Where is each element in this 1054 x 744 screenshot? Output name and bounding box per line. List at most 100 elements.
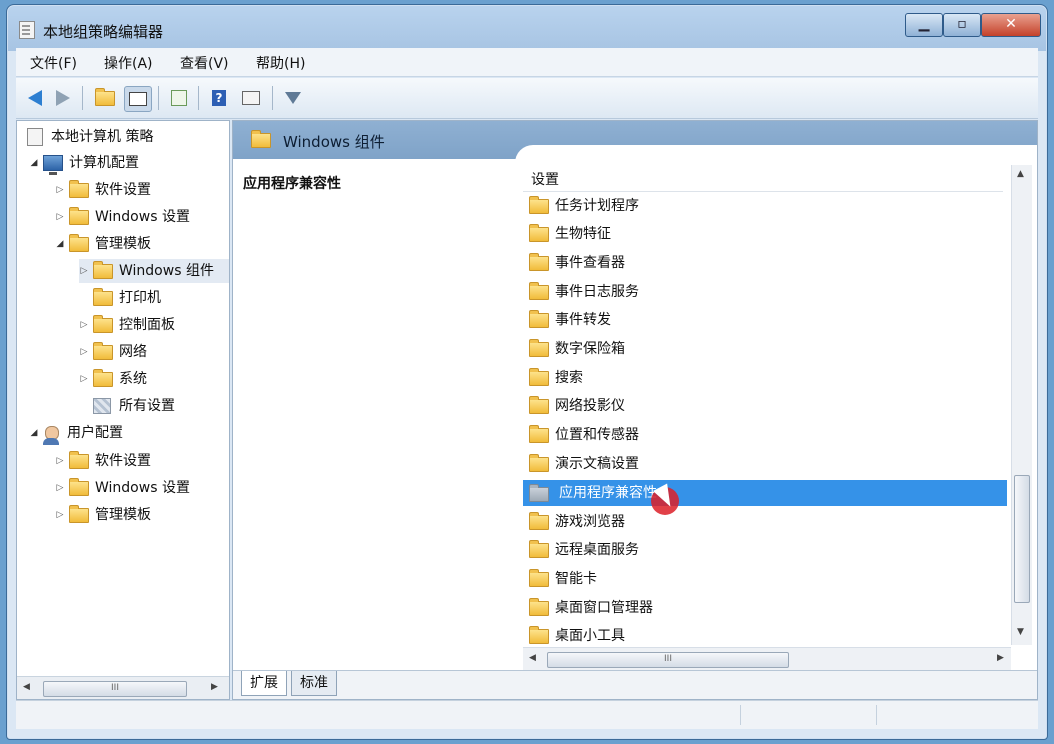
scroll-thumb[interactable]: [1014, 475, 1030, 603]
scroll-thumb[interactable]: III: [43, 681, 187, 697]
expanded-triangle-icon[interactable]: ◢: [29, 421, 39, 445]
forward-button[interactable]: [50, 86, 76, 110]
folder-icon: [529, 252, 549, 271]
list-item[interactable]: 网络投影仪: [523, 393, 1007, 419]
collapsed-triangle-icon[interactable]: ▷: [55, 476, 65, 500]
folder-icon: [529, 597, 549, 616]
tree-root[interactable]: 本地计算机 策略: [23, 125, 153, 149]
show-hide-tree-button[interactable]: [124, 86, 152, 112]
list-item[interactable]: 事件查看器: [523, 250, 1007, 276]
properties-button[interactable]: [238, 86, 264, 110]
list-item[interactable]: 桌面窗口管理器: [523, 595, 1007, 621]
filter-button[interactable]: [280, 86, 306, 110]
list-item-label: 事件日志服务: [555, 284, 639, 300]
scroll-thumb[interactable]: III: [547, 652, 789, 668]
menu-help[interactable]: 帮助(H): [256, 53, 305, 73]
list-item-label: 数字保险箱: [555, 341, 625, 357]
folder-icon: [529, 568, 549, 587]
all-settings-icon: [93, 398, 111, 414]
close-button[interactable]: ✕: [981, 13, 1041, 37]
menu-action[interactable]: 操作(A): [104, 53, 153, 73]
collapsed-triangle-icon[interactable]: ▷: [55, 205, 65, 229]
list-item[interactable]: 游戏浏览器: [523, 509, 1007, 535]
folder-icon: [69, 504, 89, 523]
menu-view[interactable]: 查看(V): [180, 53, 229, 73]
list-item-label: 远程桌面服务: [555, 542, 639, 558]
back-button[interactable]: [22, 86, 48, 110]
toolbar-separator: [272, 86, 273, 110]
scroll-left-icon[interactable]: ◀: [23, 682, 30, 692]
list-item[interactable]: 演示文稿设置: [523, 451, 1007, 477]
list-item-label: 演示文稿设置: [555, 456, 639, 472]
tab-extended[interactable]: 扩展: [241, 671, 287, 696]
tree-item-user-admin-templates[interactable]: ▷ 管理模板: [55, 503, 151, 527]
list-item-label: 事件转发: [555, 312, 611, 328]
expanded-triangle-icon[interactable]: ◢: [29, 151, 39, 175]
list-vertical-scrollbar[interactable]: ▲ ▼: [1011, 165, 1032, 645]
list-item[interactable]: 桌面小工具: [523, 623, 1007, 645]
tree-item-network[interactable]: ▷ 网络: [79, 340, 147, 364]
help-button[interactable]: ?: [206, 86, 232, 110]
tree-item-windows-settings[interactable]: ▷ Windows 设置: [55, 205, 190, 229]
tree-item-admin-templates[interactable]: ◢ 管理模板: [55, 232, 151, 256]
tree-item-user-software-settings[interactable]: ▷ 软件设置: [55, 449, 151, 473]
folder-icon: [93, 341, 113, 360]
collapsed-triangle-icon[interactable]: ▷: [79, 367, 89, 391]
list-item[interactable]: 生物特征: [523, 221, 1007, 247]
up-folder-button[interactable]: [92, 86, 118, 110]
collapsed-triangle-icon[interactable]: ▷: [55, 449, 65, 473]
folder-open-icon: [69, 233, 89, 252]
maximize-button[interactable]: ▫: [943, 13, 981, 37]
list-item[interactable]: 任务计划程序: [523, 193, 1007, 219]
tree-item-windows-components[interactable]: ▷ Windows 组件: [79, 259, 229, 283]
folder-icon: [529, 625, 549, 644]
minimize-button[interactable]: ▁: [905, 13, 943, 37]
tab-standard[interactable]: 标准: [291, 671, 337, 696]
tree-item-software-settings[interactable]: ▷ 软件设置: [55, 178, 151, 202]
export-icon: [171, 90, 187, 106]
tree-user-config[interactable]: ◢ 用户配置: [29, 421, 123, 445]
list-item[interactable]: 位置和传感器: [523, 422, 1007, 448]
list-item[interactable]: 事件转发: [523, 307, 1007, 333]
title-bar[interactable]: 本地组策略编辑器 ▁ ▫ ✕: [7, 5, 1047, 51]
scroll-up-icon[interactable]: ▲: [1017, 169, 1024, 179]
tree-item-user-windows-settings[interactable]: ▷ Windows 设置: [55, 476, 190, 500]
folder-up-icon: [95, 87, 115, 106]
export-list-button[interactable]: [166, 86, 192, 110]
tree-label: Windows 设置: [95, 209, 190, 225]
tree-horizontal-scrollbar[interactable]: ◀ III ▶: [17, 676, 229, 699]
folder-icon: [529, 453, 549, 472]
scroll-down-icon[interactable]: ▼: [1017, 627, 1024, 637]
tree-computer-config[interactable]: ◢ 计算机配置: [29, 151, 139, 175]
expanded-triangle-icon[interactable]: ◢: [55, 232, 65, 256]
list-horizontal-scrollbar[interactable]: ◀ III ▶: [523, 647, 1011, 670]
toolbar: ?: [16, 78, 1038, 119]
list-item-selected[interactable]: 应用程序兼容性: [523, 480, 1007, 506]
computer-icon: [43, 155, 63, 175]
list-item[interactable]: 搜索: [523, 365, 1007, 391]
list-item[interactable]: 事件日志服务: [523, 279, 1007, 305]
tree-item-system[interactable]: ▷ 系统: [79, 367, 147, 391]
scroll-left-icon[interactable]: ◀: [529, 653, 536, 663]
tree-label: 系统: [119, 371, 147, 387]
folder-icon: [529, 539, 549, 558]
tree-item-printers[interactable]: 打印机: [89, 286, 161, 310]
collapsed-triangle-icon[interactable]: ▷: [55, 178, 65, 202]
tree-item-control-panel[interactable]: ▷ 控制面板: [79, 313, 175, 337]
scroll-right-icon[interactable]: ▶: [997, 653, 1004, 663]
collapsed-triangle-icon[interactable]: ▷: [79, 313, 89, 337]
list-item[interactable]: 数字保险箱: [523, 336, 1007, 362]
collapsed-triangle-icon[interactable]: ▷: [79, 259, 89, 283]
tree-item-all-settings[interactable]: 所有设置: [89, 394, 175, 418]
column-header-setting[interactable]: 设置: [523, 165, 1003, 192]
list-item-label: 位置和传感器: [555, 427, 639, 443]
menu-file[interactable]: 文件(F): [30, 53, 77, 73]
list-item-label: 应用程序兼容性: [559, 485, 657, 501]
list-item[interactable]: 远程桌面服务: [523, 537, 1007, 563]
toolbar-separator: [158, 86, 159, 110]
collapsed-triangle-icon[interactable]: ▷: [79, 340, 89, 364]
folder-icon: [69, 450, 89, 469]
list-item[interactable]: 智能卡: [523, 566, 1007, 592]
scroll-right-icon[interactable]: ▶: [211, 682, 218, 692]
collapsed-triangle-icon[interactable]: ▷: [55, 503, 65, 527]
